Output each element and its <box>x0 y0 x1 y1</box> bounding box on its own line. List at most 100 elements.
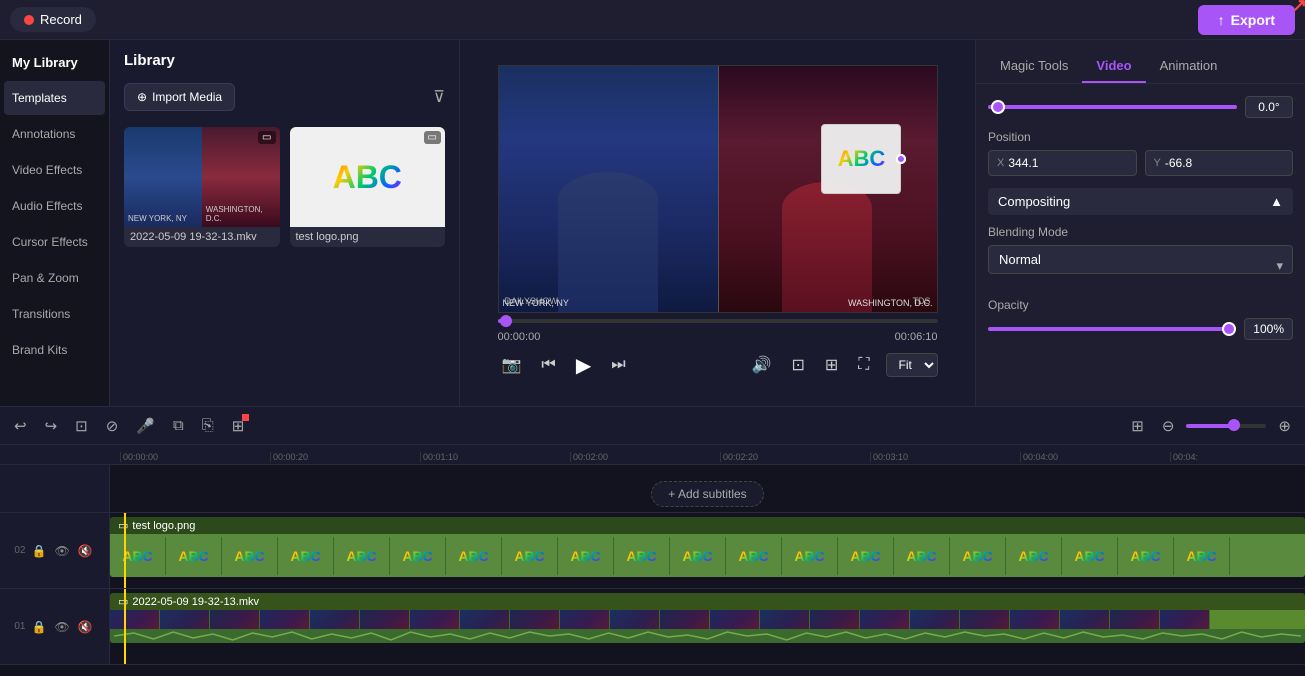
copy-button[interactable]: ⎘ <box>196 413 220 438</box>
position-x-field[interactable]: X 344.1 <box>988 150 1137 176</box>
volume-button[interactable]: 🔊 <box>748 351 776 379</box>
logo-clip[interactable]: ▭ test logo.png ABC ABC ABC ABC ABC ABC … <box>110 517 1305 577</box>
handle-bm[interactable] <box>896 154 906 164</box>
opacity-value[interactable]: 100% <box>1244 318 1293 340</box>
filter-icon[interactable]: ⊽ <box>433 87 445 107</box>
undo-button[interactable]: ↩ <box>8 413 33 439</box>
rotation-value[interactable]: 0.0° <box>1245 96 1293 118</box>
sidebar-item-templates[interactable]: Templates <box>4 81 105 115</box>
lock-icon-02[interactable]: 🔒 <box>29 542 48 560</box>
video-frame <box>310 610 360 629</box>
mic-button[interactable]: 🎤 <box>130 413 161 439</box>
timeline: ↩ ↪ ⊡ ⊘ 🎤 ⧉ ⎘ ⊞ ⊞ ⊖ ⊕ 00:00:00 00:00:20 … <box>0 406 1305 676</box>
preview-controls: 00:00:00 00:06:10 📷 ⏮ ▶ ⏭ 🔊 ⊡ ⊞ ⛶ Fit <box>498 319 938 382</box>
eye-icon-01[interactable]: 👁 <box>52 618 71 636</box>
play-button[interactable]: ▶ <box>572 349 595 382</box>
thumb-video-bg: NEW YORK, NY WASHINGTON, D.C. <box>124 127 280 227</box>
sidebar-item-pan-zoom[interactable]: Pan & Zoom <box>4 261 105 295</box>
timeline-tracks: + Add subtitles 02 🔒 👁 🔇 ▭ test <box>0 465 1305 676</box>
blending-mode-select[interactable]: Normal <box>988 245 1293 274</box>
left-location-label: NEW YORK, NY <box>503 298 569 308</box>
sidebar-item-annotations[interactable]: Annotations <box>4 117 105 151</box>
zoom-thumb[interactable] <box>1228 419 1240 431</box>
position-label: Position <box>988 130 1293 144</box>
fullscreen-button[interactable]: ⛶ <box>854 352 873 378</box>
video-track-header: 01 🔒 👁 🔇 <box>0 589 110 664</box>
video-clip[interactable]: ▭ 2022-05-09 19-32-13.mkv <box>110 593 1305 643</box>
add-subtitles-label: + Add subtitles <box>668 487 746 501</box>
media-thumb-image[interactable]: ABC ▭ test logo.png <box>290 127 446 247</box>
timeline-toolbar: ↩ ↪ ⊡ ⊘ 🎤 ⧉ ⎘ ⊞ ⊞ ⊖ ⊕ <box>0 407 1305 445</box>
video-frame <box>260 610 310 629</box>
tab-magic-tools[interactable]: Magic Tools <box>986 50 1082 83</box>
sidebar-item-video-effects[interactable]: Video Effects <box>4 153 105 187</box>
add-subtitles-button[interactable]: + Add subtitles <box>651 481 763 507</box>
grid-button[interactable]: ⊞ <box>821 351 842 379</box>
logo-frame: ABC <box>1118 537 1174 575</box>
sidebar-item-transitions[interactable]: Transitions <box>4 297 105 331</box>
skip-forward-button[interactable]: ⏭ <box>607 352 629 378</box>
export-icon: ↑ <box>1218 12 1225 28</box>
video-frame <box>860 610 910 629</box>
fit-select[interactable]: Fit <box>886 353 938 377</box>
rotation-row: 0.0° <box>988 96 1293 118</box>
waveform-svg <box>114 631 1301 641</box>
tab-video[interactable]: Video <box>1082 50 1145 83</box>
record-button[interactable]: Record <box>10 7 96 32</box>
crop-tool-button[interactable]: ⊡ <box>69 413 94 439</box>
import-media-button[interactable]: ⊕ Import Media <box>124 83 235 111</box>
lock-icon-01[interactable]: 🔒 <box>29 618 48 636</box>
compositing-header[interactable]: Compositing ▲ <box>988 188 1293 215</box>
redo-button[interactable]: ↪ <box>39 413 64 439</box>
ruler-mark-0: 00:00:00 <box>120 452 270 462</box>
library-grid: NEW YORK, NY WASHINGTON, D.C. ▭ 2022-05-… <box>110 117 459 257</box>
opacity-slider[interactable] <box>988 327 1236 331</box>
playhead-logo <box>124 513 126 588</box>
sidebar-item-audio-effects[interactable]: Audio Effects <box>4 189 105 223</box>
video-frame <box>960 610 1010 629</box>
duplicate-button[interactable]: ⧉ <box>167 413 190 438</box>
rotation-slider[interactable] <box>988 105 1237 109</box>
audio-icon-02[interactable]: 🔇 <box>76 542 95 560</box>
left-sidebar: My Library Templates Annotations Video E… <box>0 40 110 406</box>
progress-thumb[interactable] <box>500 315 512 327</box>
zoom-in-button[interactable]: ⊕ <box>1272 413 1297 439</box>
rotation-thumb[interactable] <box>991 100 1005 114</box>
logo-frame: ABC <box>838 537 894 575</box>
skip-back-button[interactable]: ⏮ <box>537 352 559 378</box>
logo-track-header: 02 🔒 👁 🔇 <box>0 513 110 588</box>
logo-frame: ABC <box>334 537 390 575</box>
ruler-mark-3: 00:02:00 <box>570 452 720 462</box>
eye-icon-02[interactable]: 👁 <box>52 542 71 560</box>
logo-frame: ABC <box>1006 537 1062 575</box>
subtitle-track-content: + Add subtitles <box>110 465 1305 512</box>
subtitle-track-row: + Add subtitles <box>0 465 1305 513</box>
sidebar-item-brand-kits[interactable]: Brand Kits <box>4 333 105 367</box>
audio-icon-01[interactable]: 🔇 <box>76 618 95 636</box>
video-frame <box>360 610 410 629</box>
opacity-thumb[interactable] <box>1222 322 1236 336</box>
sidebar-item-cursor-effects[interactable]: Cursor Effects <box>4 225 105 259</box>
logo-clip-label: ▭ test logo.png <box>110 517 1305 534</box>
ruler-mark-6: 00:04:00 <box>1020 452 1170 462</box>
tab-animation[interactable]: Animation <box>1146 50 1232 83</box>
progress-bar[interactable] <box>498 319 938 323</box>
right-tabs: Magic Tools Video Animation <box>976 40 1305 84</box>
ruler-marks: 00:00:00 00:00:20 00:01:10 00:02:00 00:0… <box>120 452 1305 462</box>
import-label: Import Media <box>152 90 222 104</box>
zoom-out-button[interactable]: ⊖ <box>1156 413 1181 439</box>
screenshot-button[interactable]: 📷 <box>498 351 526 379</box>
main-area: My Library Templates Annotations Video E… <box>0 40 1305 406</box>
record-timeline-button[interactable]: ⊞ <box>226 413 251 439</box>
crop-button[interactable]: ⊡ <box>787 351 808 379</box>
video-frame <box>660 610 710 629</box>
zoom-slider[interactable] <box>1186 424 1266 428</box>
media-thumb-video[interactable]: NEW YORK, NY WASHINGTON, D.C. ▭ 2022-05-… <box>124 127 280 247</box>
add-clip-button[interactable]: ⊞ <box>1125 413 1150 439</box>
video-frame <box>810 610 860 629</box>
split-button[interactable]: ⊘ <box>100 413 125 439</box>
logo-frame: ABC <box>558 537 614 575</box>
export-button[interactable]: ↑ Export <box>1198 5 1295 35</box>
logo-track-content: ▭ test logo.png ABC ABC ABC ABC ABC ABC … <box>110 513 1305 588</box>
position-y-field[interactable]: Y -66.8 <box>1145 150 1294 176</box>
